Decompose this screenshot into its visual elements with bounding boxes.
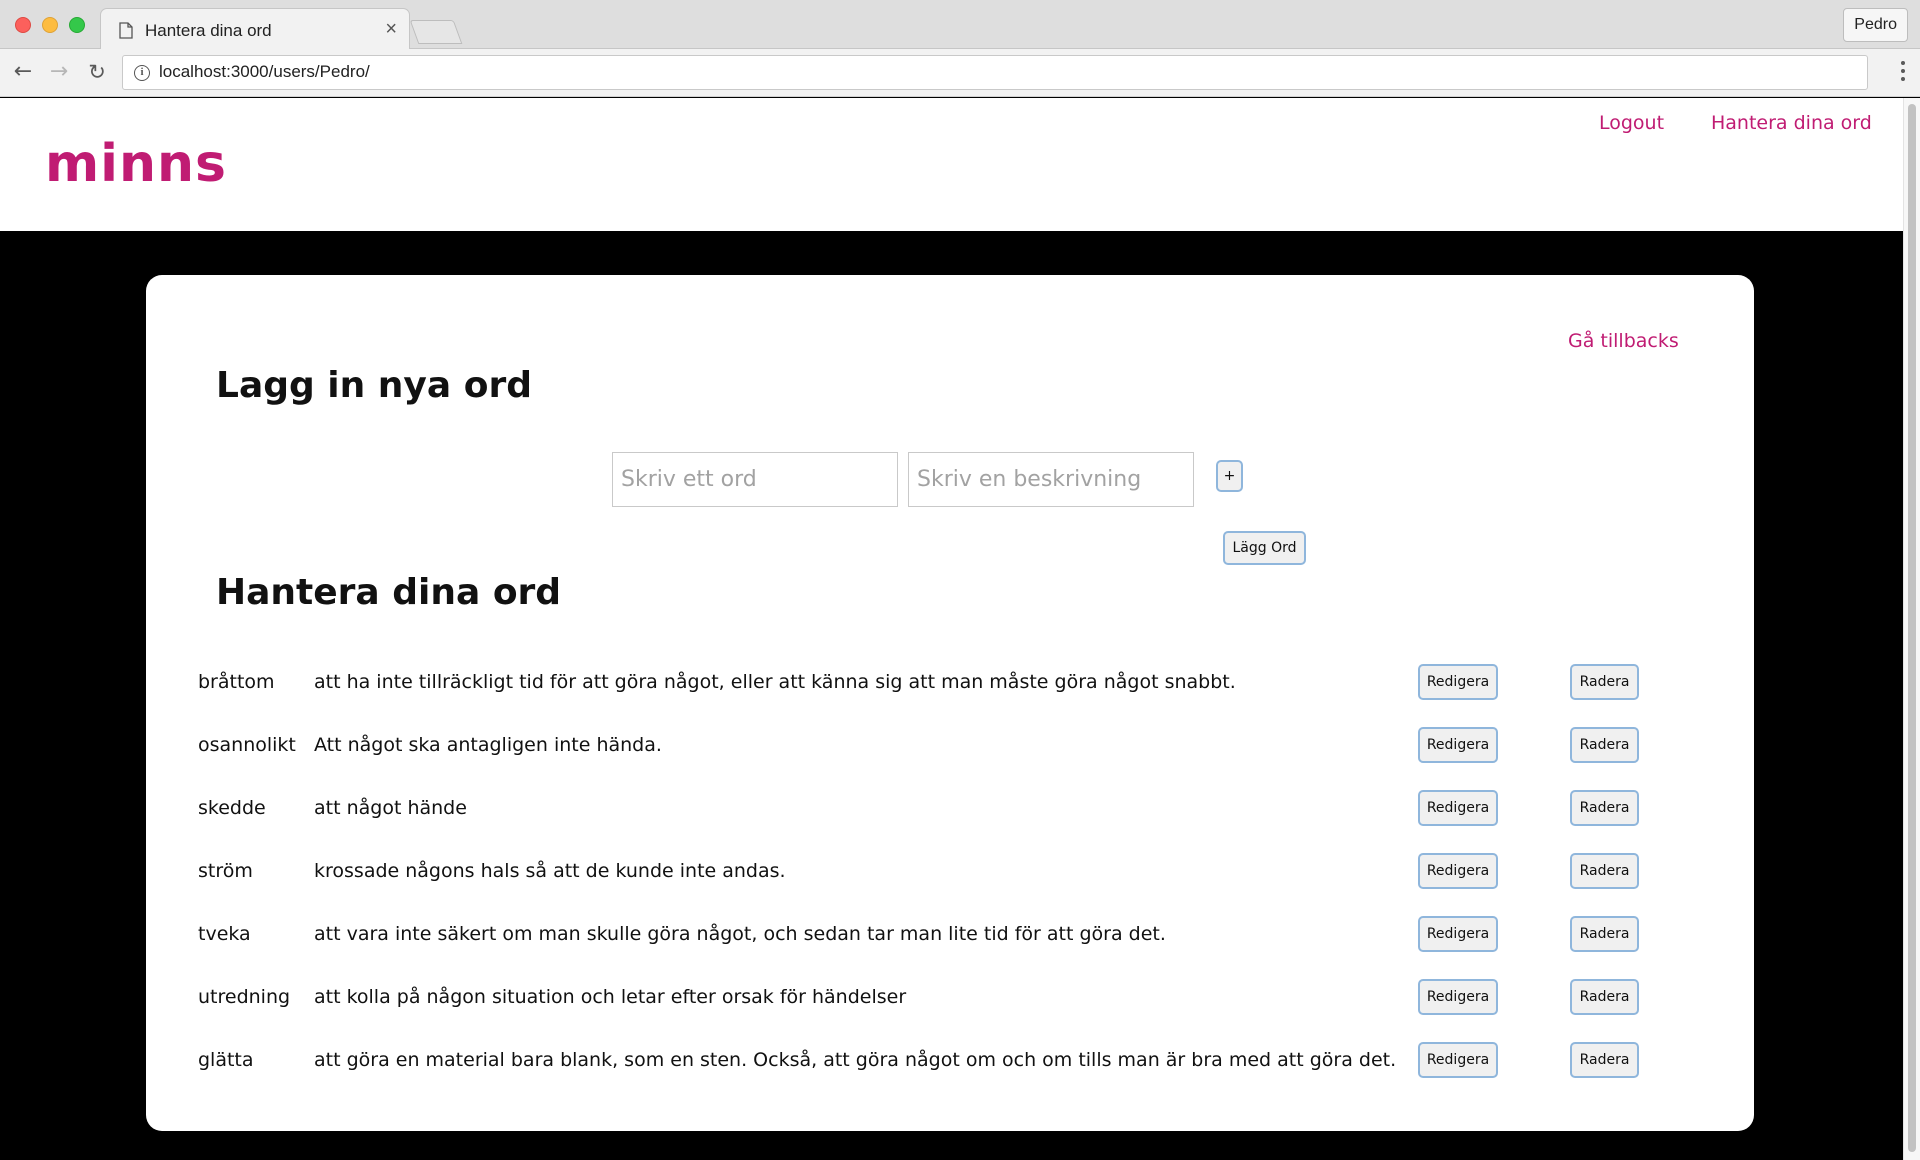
site-header: minns Logout Hantera dina ord bbox=[0, 98, 1903, 231]
word-text: tveka bbox=[198, 923, 251, 945]
scrollbar-thumb[interactable] bbox=[1908, 104, 1916, 1152]
browser-menu-icon[interactable] bbox=[1900, 61, 1906, 85]
add-words-heading: Lagg in nya ord bbox=[216, 365, 532, 406]
word-row: bråttom att ha inte tillräckligt tid för… bbox=[146, 662, 1754, 702]
edit-button[interactable]: Redigera bbox=[1418, 979, 1498, 1015]
description-input[interactable] bbox=[908, 452, 1194, 507]
delete-button[interactable]: Radera bbox=[1570, 727, 1639, 763]
delete-button[interactable]: Radera bbox=[1570, 1042, 1639, 1078]
edit-button[interactable]: Redigera bbox=[1418, 790, 1498, 826]
delete-button[interactable]: Radera bbox=[1570, 853, 1639, 889]
profile-button[interactable]: Pedro bbox=[1843, 8, 1908, 42]
word-text: bråttom bbox=[198, 671, 275, 693]
edit-button[interactable]: Redigera bbox=[1418, 727, 1498, 763]
page-viewport: minns Logout Hantera dina ord Gå tillbac… bbox=[0, 98, 1903, 1160]
edit-button[interactable]: Redigera bbox=[1418, 1042, 1498, 1078]
edit-button[interactable]: Redigera bbox=[1418, 916, 1498, 952]
document-icon bbox=[119, 22, 133, 39]
word-description: att något hände bbox=[314, 797, 467, 819]
manage-words-link[interactable]: Hantera dina ord bbox=[1711, 112, 1872, 134]
minns-logo[interactable]: minns bbox=[45, 134, 227, 194]
edit-button[interactable]: Redigera bbox=[1418, 853, 1498, 889]
manage-words-heading: Hantera dina ord bbox=[216, 572, 562, 613]
info-icon[interactable]: i bbox=[134, 65, 150, 81]
reload-icon[interactable]: ↻ bbox=[84, 59, 110, 85]
new-tab-button[interactable] bbox=[409, 20, 463, 44]
go-back-link[interactable]: Gå tillbacks bbox=[1568, 330, 1679, 352]
delete-button[interactable]: Radera bbox=[1570, 916, 1639, 952]
content-card: Gå tillbacks Lagg in nya ord + Lägg Ord … bbox=[146, 275, 1754, 1131]
word-input[interactable] bbox=[612, 452, 898, 507]
word-row: osannolikt Att något ska antagligen inte… bbox=[146, 725, 1754, 765]
word-row: tveka att vara inte säkert om man skulle… bbox=[146, 914, 1754, 954]
delete-button[interactable]: Radera bbox=[1570, 664, 1639, 700]
forward-arrow-icon[interactable]: → bbox=[46, 59, 72, 85]
word-description: att göra en material bara blank, som en … bbox=[314, 1049, 1397, 1071]
word-description: att vara inte säkert om man skulle göra … bbox=[314, 923, 1166, 945]
browser-tab-bar: Hantera dina ord × Pedro bbox=[0, 0, 1920, 50]
word-text: ström bbox=[198, 860, 253, 882]
minimize-window-button[interactable] bbox=[42, 17, 58, 33]
word-row: utredning att kolla på någon situation o… bbox=[146, 977, 1754, 1017]
plus-button[interactable]: + bbox=[1216, 460, 1243, 492]
word-text: utredning bbox=[198, 986, 291, 1008]
tab-title: Hantera dina ord bbox=[145, 21, 272, 40]
word-row: glätta att göra en material bara blank, … bbox=[146, 1040, 1754, 1080]
browser-tab[interactable]: Hantera dina ord × bbox=[100, 8, 410, 50]
page-scrollbar[interactable] bbox=[1903, 98, 1920, 1160]
back-arrow-icon[interactable]: ← bbox=[10, 59, 36, 85]
close-window-button[interactable] bbox=[15, 17, 31, 33]
delete-button[interactable]: Radera bbox=[1570, 979, 1639, 1015]
word-description: att ha inte tillräckligt tid för att gör… bbox=[314, 671, 1236, 693]
word-description: krossade någons hals så att de kunde int… bbox=[314, 860, 786, 882]
tab-close-icon[interactable]: × bbox=[385, 18, 397, 41]
zoom-window-button[interactable] bbox=[69, 17, 85, 33]
delete-button[interactable]: Radera bbox=[1570, 790, 1639, 826]
address-bar[interactable]: i localhost:3000/users/Pedro/ bbox=[122, 55, 1868, 90]
word-row: skedde att något hände Redigera Radera bbox=[146, 788, 1754, 828]
word-text: skedde bbox=[198, 797, 266, 819]
edit-button[interactable]: Redigera bbox=[1418, 664, 1498, 700]
browser-toolbar: ← → ↻ i localhost:3000/users/Pedro/ bbox=[0, 49, 1920, 97]
word-text: glätta bbox=[198, 1049, 254, 1071]
url-text[interactable]: localhost:3000/users/Pedro/ bbox=[159, 62, 370, 82]
logout-link[interactable]: Logout bbox=[1599, 112, 1664, 134]
word-text: osannolikt bbox=[198, 734, 296, 756]
word-description: Att något ska antagligen inte hända. bbox=[314, 734, 662, 756]
word-description: att kolla på någon situation och letar e… bbox=[314, 986, 907, 1008]
word-row: ström krossade någons hals så att de kun… bbox=[146, 851, 1754, 891]
add-word-button[interactable]: Lägg Ord bbox=[1223, 531, 1306, 565]
